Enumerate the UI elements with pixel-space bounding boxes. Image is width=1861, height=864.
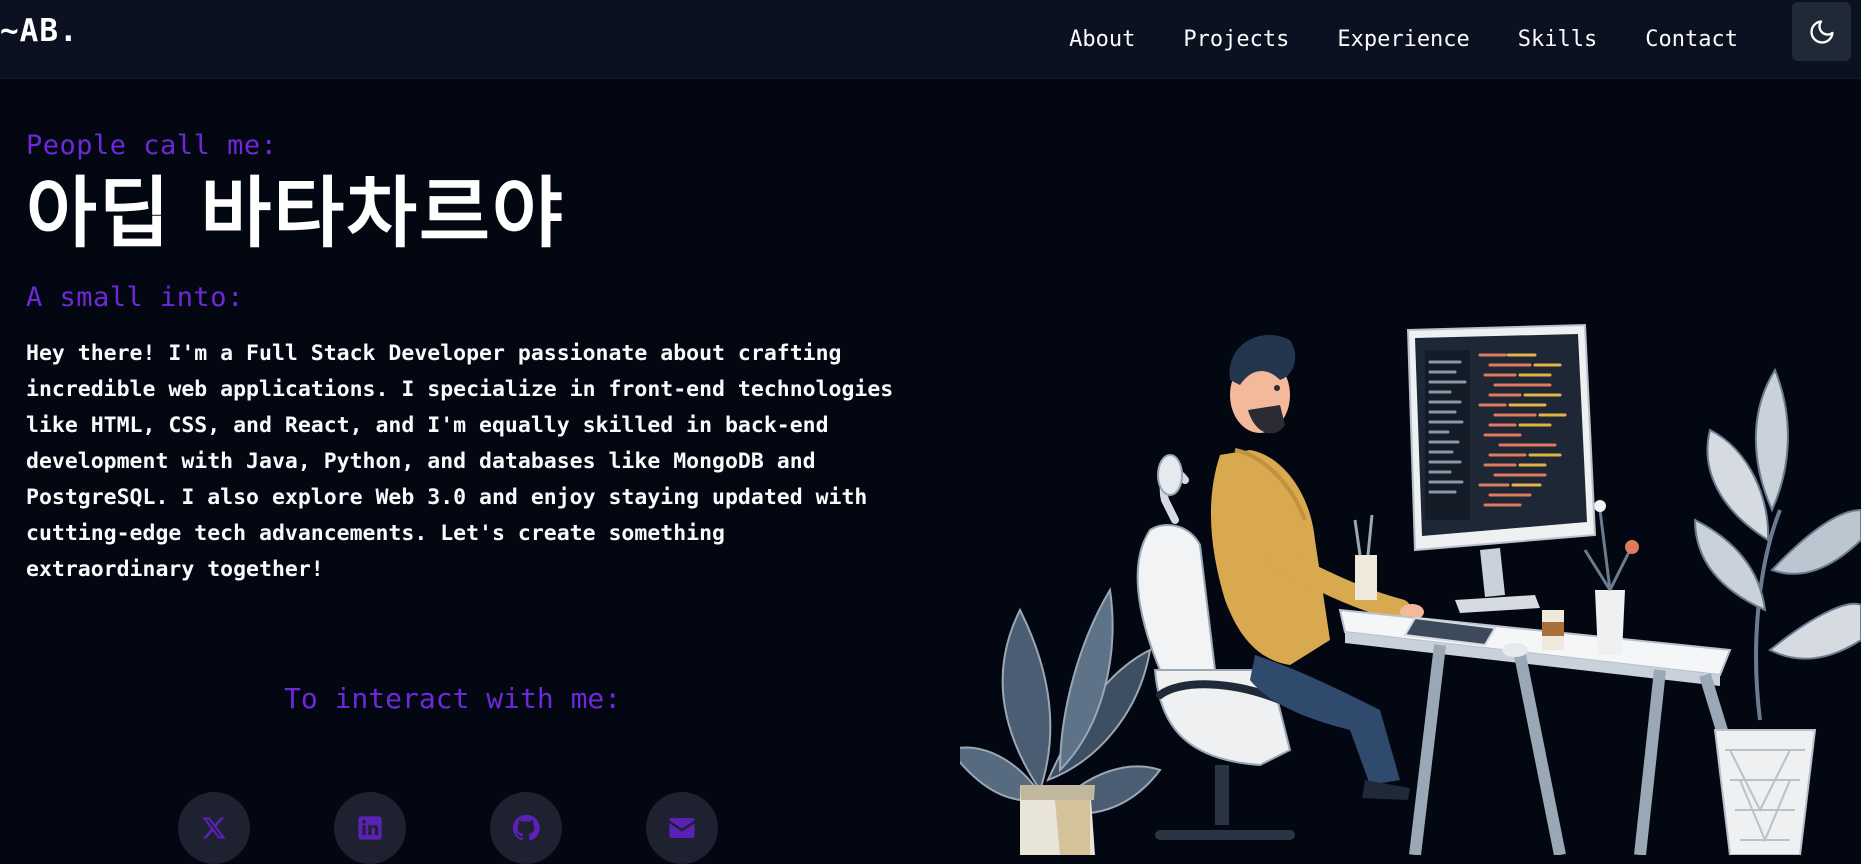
desk [1338, 500, 1766, 855]
nav-link-experience[interactable]: Experience [1337, 27, 1469, 52]
hero-eyebrow: People call me: [26, 130, 278, 161]
intro-heading: A small into: [26, 281, 244, 313]
x-twitter-icon [202, 817, 226, 839]
left-plant [960, 587, 1162, 855]
nav-link-projects[interactable]: Projects [1183, 27, 1289, 52]
github-button[interactable] [490, 792, 562, 864]
right-plant [1693, 367, 1861, 855]
computer-monitor [1406, 323, 1597, 613]
social-links [178, 792, 718, 864]
nav-links: About Projects Experience Skills Contact [1069, 0, 1738, 79]
nav-link-skills[interactable]: Skills [1518, 27, 1597, 52]
linkedin-icon [358, 816, 382, 840]
envelope-icon [669, 818, 695, 838]
github-icon [512, 814, 540, 841]
nav-link-contact[interactable]: Contact [1645, 27, 1738, 52]
hero-intro: People call me: 아딥 바타차르야 A small into: H… [26, 130, 906, 588]
moon-icon [1809, 19, 1834, 44]
email-button[interactable] [646, 792, 718, 864]
developer-desk-illustration [960, 323, 1861, 855]
theme-toggle-button[interactable] [1792, 2, 1851, 61]
linkedin-button[interactable] [334, 792, 406, 864]
x-twitter-button[interactable] [178, 792, 250, 864]
site-logo[interactable]: ~AB. [0, 13, 79, 49]
navbar: ~AB. About Projects Experience Skills Co… [0, 0, 1861, 79]
nav-link-about[interactable]: About [1069, 27, 1135, 52]
hero-name: 아딥 바타차르야 [26, 170, 565, 259]
interact-heading: To interact with me: [284, 682, 622, 715]
bio-paragraph: Hey there! I'm a Full Stack Developer pa… [26, 340, 894, 582]
